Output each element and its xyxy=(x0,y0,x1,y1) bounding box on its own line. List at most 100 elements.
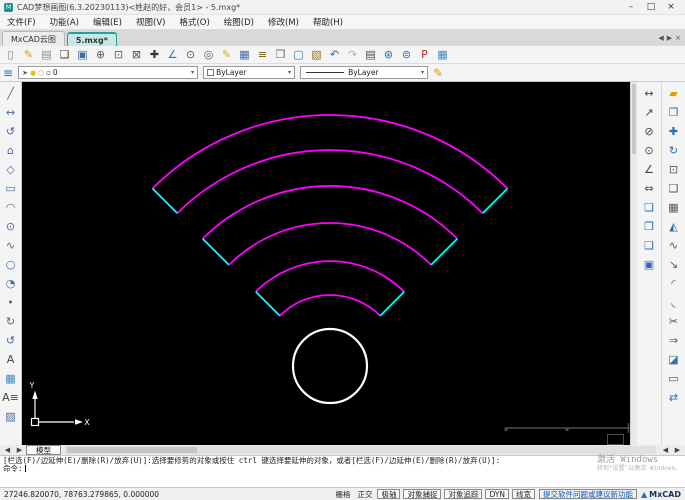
tab-model[interactable]: 模型 xyxy=(26,445,61,455)
join-icon[interactable]: ⇄ xyxy=(664,388,683,406)
tab-close-icon[interactable]: × xyxy=(675,34,681,42)
sketch-edit-icon[interactable]: ✎ xyxy=(20,47,37,62)
tab-scroll-right-icon[interactable]: ▶ xyxy=(667,34,672,42)
polygon-inscribed-icon[interactable]: ⌂ xyxy=(1,141,20,159)
zoom-extents-icon[interactable]: ⊠ xyxy=(128,47,145,62)
open-file-icon[interactable]: ❏ xyxy=(56,47,73,62)
fillet-icon[interactable]: ◜ xyxy=(664,274,683,292)
menu-item[interactable]: 修改(M) xyxy=(261,16,306,28)
color-table-icon[interactable]: ▦ xyxy=(236,47,253,62)
horizontal-scroll-thumb[interactable] xyxy=(67,447,197,453)
move-icon[interactable]: ✚ xyxy=(664,122,683,140)
ellipse-icon[interactable]: ○ xyxy=(1,255,20,273)
find-icon[interactable]: ◎ xyxy=(200,47,217,62)
block-tool-1-icon[interactable]: ❏ xyxy=(640,198,659,216)
polyline-icon[interactable]: ↺ xyxy=(1,122,20,140)
maximize-button[interactable]: □ xyxy=(641,2,661,12)
line-tool-icon[interactable]: ╱ xyxy=(1,84,20,102)
polygon-icon[interactable]: ◇ xyxy=(1,160,20,178)
linetype-select[interactable]: ByLayer ▾ xyxy=(300,66,429,79)
drawing-canvas[interactable]: Y X xyxy=(22,82,630,445)
mtext-icon[interactable]: A≡ xyxy=(1,388,20,406)
menu-item[interactable]: 编辑(E) xyxy=(86,16,129,28)
image-insert-icon[interactable]: ▦ xyxy=(1,369,20,387)
tab-mxcad-cloud[interactable]: MxCAD云图 xyxy=(2,31,65,46)
toggle-osnap[interactable]: 对象捕捉 xyxy=(403,489,442,499)
line-angle-icon[interactable]: ∠ xyxy=(164,47,181,62)
new-file-icon[interactable]: ▯ xyxy=(2,47,19,62)
layout-scroll-left-icon[interactable]: ◀ xyxy=(2,446,13,454)
print-icon[interactable]: ▤ xyxy=(362,47,379,62)
zoom-dynamic-icon[interactable]: ⊕ xyxy=(92,47,109,62)
menu-item[interactable]: 帮助(H) xyxy=(306,16,350,28)
block-tool-2-icon[interactable]: ❐ xyxy=(640,217,659,235)
tab-5mxg[interactable]: 5.mxg* xyxy=(66,32,117,46)
extend-icon[interactable]: ⇒ xyxy=(664,331,683,349)
toggle-dyn[interactable]: DYN xyxy=(485,489,510,499)
block-tool-3-icon[interactable]: ❑ xyxy=(640,236,659,254)
erase-icon[interactable]: ▰ xyxy=(664,84,683,102)
tab-scroll-left-icon[interactable]: ◀ xyxy=(658,34,663,42)
chamfer-icon[interactable]: ◟ xyxy=(664,293,683,311)
web-publish-icon[interactable]: ⊛ xyxy=(380,47,397,62)
toggle-lineweight[interactable]: 线宽 xyxy=(512,489,536,499)
wipeout-icon[interactable]: ▭ xyxy=(664,369,683,387)
wifi-band-inner[interactable] xyxy=(255,260,405,317)
toggle-polar[interactable]: 极轴 xyxy=(377,489,401,499)
spline-edit-icon[interactable]: ∿ xyxy=(664,236,683,254)
construction-line-icon[interactable]: ↔ xyxy=(1,103,20,121)
diameter-dim-icon[interactable]: ⊘ xyxy=(640,122,659,140)
draw-pencil-icon[interactable]: ✎ xyxy=(218,47,235,62)
menu-item[interactable]: 功能(A) xyxy=(43,16,86,28)
layout-scroll-right-icon[interactable]: ▶ xyxy=(14,446,25,454)
hscroll-right-icon[interactable]: ▶ xyxy=(672,446,683,454)
text-list-icon[interactable]: ≡ xyxy=(254,47,271,62)
aligned-dim-icon[interactable]: ↗ xyxy=(640,103,659,121)
ghost-dimension-entity[interactable] xyxy=(504,423,630,445)
block-tool-4-icon[interactable]: ▣ xyxy=(640,255,659,273)
layer-select[interactable]: ➤ ● ○ ▫ 0 ▾ xyxy=(18,66,199,79)
menu-item[interactable]: 文件(F) xyxy=(0,16,43,28)
toggle-ortho[interactable]: 正交 xyxy=(355,489,374,500)
rotate-icon[interactable]: ↻ xyxy=(664,141,683,159)
save-sketch-icon[interactable]: ▤ xyxy=(38,47,55,62)
color-select[interactable]: ByLayer ▾ xyxy=(203,66,296,79)
rectangle-icon[interactable]: ▭ xyxy=(1,179,20,197)
layer-manager-icon[interactable]: ≡ xyxy=(3,66,13,80)
copy-page-icon[interactable]: ❐ xyxy=(272,47,289,62)
vertical-scroll-thumb[interactable] xyxy=(632,84,636,154)
web-settings-icon[interactable]: ⊜ xyxy=(398,47,415,62)
command-line-panel[interactable]: [栏选(F)/边延伸(E)/删除(R)/放弃(U)]:选择要修剪的对象或按住 c… xyxy=(0,456,685,488)
stretch-icon[interactable]: ↘ xyxy=(664,255,683,273)
block-insert-icon[interactable]: ↻ xyxy=(1,312,20,330)
canvas-vertical-scrollbar[interactable] xyxy=(630,82,637,445)
zoom-center-icon[interactable]: ⊙ xyxy=(182,47,199,62)
explode-icon[interactable]: ◪ xyxy=(664,350,683,368)
point-icon[interactable]: • xyxy=(1,293,20,311)
wifi-dot-circle[interactable] xyxy=(291,327,369,405)
circle-icon[interactable]: ⊙ xyxy=(1,217,20,235)
hatch-icon[interactable]: ▨ xyxy=(1,407,20,425)
menu-item[interactable]: 绘图(D) xyxy=(217,16,261,28)
redo-icon[interactable]: ↷ xyxy=(344,47,361,62)
arc-icon[interactable]: ◠ xyxy=(1,198,20,216)
canvas-horizontal-scrollbar[interactable] xyxy=(65,446,656,454)
pdf-export-icon[interactable]: P xyxy=(416,47,433,62)
wifi-band-outer[interactable] xyxy=(151,114,509,214)
offset-icon[interactable]: ❏ xyxy=(664,179,683,197)
toggle-grid[interactable]: 栅格 xyxy=(333,489,352,500)
hscroll-left-icon[interactable]: ◀ xyxy=(660,446,671,454)
copy-icon[interactable]: ❐ xyxy=(664,103,683,121)
text-icon[interactable]: A xyxy=(1,350,20,368)
menu-item[interactable]: 视图(V) xyxy=(129,16,172,28)
feedback-link[interactable]: 提交软件问题或建议新功能 xyxy=(539,489,638,499)
block-create-icon[interactable]: ↺ xyxy=(1,331,20,349)
close-button[interactable]: × xyxy=(661,2,681,12)
toggle-otrack[interactable]: 对象追踪 xyxy=(444,489,483,499)
wifi-band-middle[interactable] xyxy=(202,185,458,266)
spline-icon[interactable]: ∿ xyxy=(1,236,20,254)
linear-dim-icon[interactable]: ↔ xyxy=(640,84,659,102)
radius-dim-icon[interactable]: ⊙ xyxy=(640,141,659,159)
trim-icon[interactable]: ✂ xyxy=(664,312,683,330)
scale-icon[interactable]: ⊡ xyxy=(664,160,683,178)
